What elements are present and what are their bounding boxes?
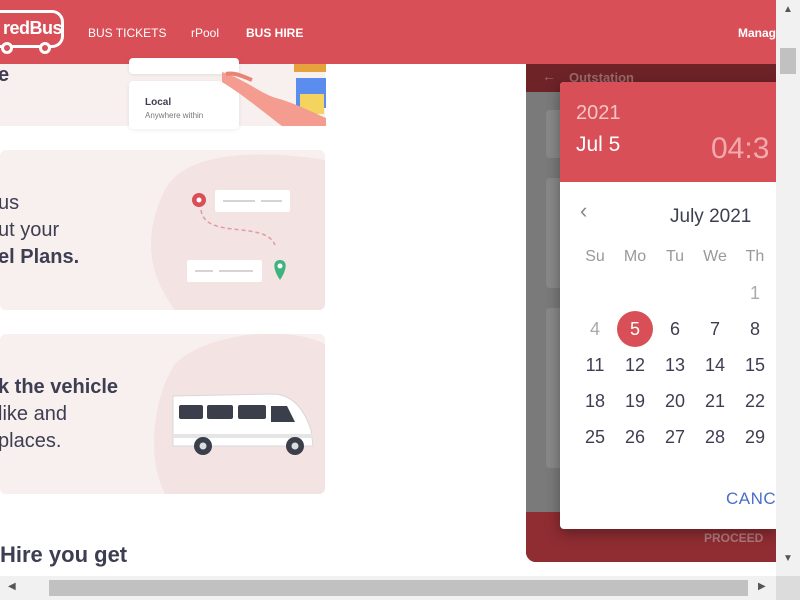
calendar-day[interactable]: 25 bbox=[577, 419, 613, 455]
vehicle-card-text: k the vehicle like and places. bbox=[0, 374, 118, 455]
calendar-day[interactable]: 6 bbox=[657, 311, 693, 347]
calendar-day[interactable]: 19 bbox=[617, 383, 653, 419]
calendar-day[interactable]: 12 bbox=[617, 347, 653, 383]
service-top-card: e Local Anywhere within bbox=[0, 58, 326, 129]
plans-card-text: us ut your el Plans. bbox=[0, 190, 79, 271]
month-label: July 2021 bbox=[670, 206, 752, 227]
picker-time[interactable]: 04:3 bbox=[711, 132, 769, 166]
manage-booking-link[interactable]: Manag bbox=[738, 26, 776, 40]
calendar-day[interactable]: 18 bbox=[577, 383, 613, 419]
logo-text: redBus bbox=[3, 18, 63, 38]
vertical-scroll-thumb[interactable] bbox=[780, 48, 796, 74]
weekday-label: Th bbox=[745, 248, 765, 265]
vehicle-card: k the vehicle like and places. bbox=[0, 334, 325, 494]
weekday-label: Tu bbox=[665, 248, 685, 265]
date-picker-header: 2021 Jul 5 04:3 bbox=[560, 82, 776, 182]
plans-line-2: ut your bbox=[0, 219, 60, 241]
calendar-day[interactable]: 1 bbox=[737, 275, 773, 311]
horizontal-scrollbar[interactable]: ◀ ▶ bbox=[0, 576, 776, 600]
horizontal-scroll-thumb[interactable] bbox=[49, 580, 748, 596]
calendar-day[interactable]: 11 bbox=[577, 347, 613, 383]
chevron-left-icon[interactable]: ‹ bbox=[580, 200, 587, 222]
calendar-day[interactable]: 29 bbox=[737, 419, 773, 455]
nav-bus-hire[interactable]: BUS HIRE bbox=[246, 26, 303, 40]
calendar-day[interactable]: 13 bbox=[657, 347, 693, 383]
route-illustration bbox=[151, 154, 325, 310]
vehicle-line-2: like and bbox=[0, 403, 67, 425]
local-title: Local bbox=[145, 97, 172, 108]
van-illustration bbox=[154, 334, 325, 494]
calendar-day[interactable]: 26 bbox=[617, 419, 653, 455]
vertical-scrollbar[interactable]: ▲ ▼ bbox=[776, 0, 800, 576]
hand-illustration bbox=[222, 64, 326, 126]
back-arrow-icon[interactable]: ← bbox=[542, 68, 556, 84]
picker-year[interactable]: 2021 bbox=[576, 102, 621, 125]
weekday-label: We bbox=[703, 248, 727, 265]
vehicle-line-1: k the vehicle bbox=[0, 376, 119, 398]
proceed-button[interactable]: PROCEED bbox=[704, 531, 763, 545]
plans-line-3: el Plans. bbox=[0, 246, 80, 268]
local-subtitle: Anywhere within bbox=[145, 111, 204, 120]
calendar-day[interactable]: 14 bbox=[697, 347, 733, 383]
nav-bus-tickets[interactable]: BUS TICKETS bbox=[88, 26, 166, 40]
cancel-button[interactable]: CANC bbox=[726, 489, 776, 509]
plans-line-1: us bbox=[0, 192, 20, 214]
vehicle-line-3: places. bbox=[0, 430, 62, 452]
wheel-icon bbox=[1, 42, 13, 54]
scrollbar-corner bbox=[776, 576, 800, 600]
redbus-logo[interactable]: redBus bbox=[0, 10, 64, 54]
calendar-day[interactable]: 8 bbox=[737, 311, 773, 347]
scroll-left-icon[interactable]: ◀ bbox=[8, 581, 16, 592]
scroll-down-icon[interactable]: ▼ bbox=[783, 553, 793, 564]
plans-card: us ut your el Plans. bbox=[0, 150, 325, 310]
nav-rpool[interactable]: rPool bbox=[191, 26, 219, 40]
calendar-day[interactable]: 7 bbox=[697, 311, 733, 347]
calendar-day[interactable]: 27 bbox=[657, 419, 693, 455]
calendar-day[interactable]: 22 bbox=[737, 383, 773, 419]
top-header: redBus BUS TICKETS rPool BUS HIRE Manag bbox=[0, 0, 776, 64]
weekday-label: Su bbox=[585, 248, 605, 265]
section-heading: Hire you get bbox=[0, 542, 128, 567]
calendar-day[interactable]: 20 bbox=[657, 383, 693, 419]
picker-selected-date[interactable]: Jul 5 bbox=[576, 133, 620, 157]
wheel-icon bbox=[39, 42, 51, 54]
calendar-day[interactable]: 15 bbox=[737, 347, 773, 383]
calendar-day[interactable]: 28 bbox=[697, 419, 733, 455]
partial-heading: e bbox=[0, 64, 10, 86]
weekday-label: Mo bbox=[623, 248, 647, 265]
scroll-right-icon[interactable]: ▶ bbox=[758, 581, 766, 592]
date-picker-dialog: 2021 Jul 5 04:3 ‹ July 2021 Su Mo Tu We … bbox=[560, 82, 776, 529]
scroll-up-icon[interactable]: ▲ bbox=[783, 4, 793, 15]
calendar-day-selected[interactable]: 5 bbox=[617, 311, 653, 347]
calendar-day[interactable]: 4 bbox=[577, 311, 613, 347]
calendar-day[interactable]: 21 bbox=[697, 383, 733, 419]
